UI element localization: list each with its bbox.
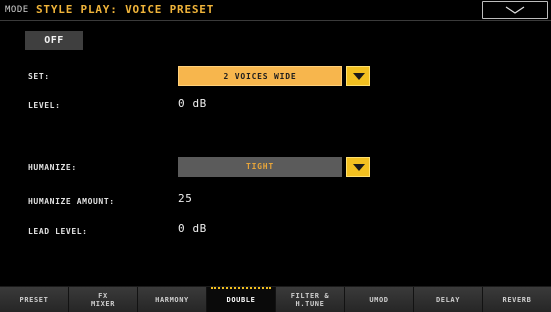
humanize-amount-value[interactable]: 25 <box>178 192 192 205</box>
humanize-amount-label: HUMANIZE AMOUNT: <box>28 197 115 206</box>
tab-label: REVERB <box>502 295 532 304</box>
tab-harmony[interactable]: HARMONY <box>138 287 207 312</box>
page-menu-button[interactable] <box>482 1 548 19</box>
set-select[interactable]: 2 VOICES WIDE <box>178 66 342 86</box>
dropdown-arrow-icon <box>353 73 365 80</box>
page-header: MODE STYLE PLAY: VOICE PRESET <box>0 0 551 21</box>
tab-label: PRESET <box>19 295 49 304</box>
tab-double[interactable]: DOUBLE <box>207 287 276 312</box>
tab-fx-mixer[interactable]: FX MIXER <box>69 287 138 312</box>
lead-level-label: LEAD LEVEL: <box>28 227 88 236</box>
tab-label: DELAY <box>435 295 461 304</box>
humanize-select[interactable]: TIGHT <box>178 157 342 177</box>
set-label: SET: <box>28 72 50 81</box>
tab-label: HARMONY <box>155 295 189 304</box>
level-value[interactable]: 0 dB <box>178 97 207 110</box>
tab-filter-htune[interactable]: FILTER & H.TUNE <box>276 287 345 312</box>
tab-delay[interactable]: DELAY <box>414 287 483 312</box>
tab-label: DOUBLE <box>226 295 256 304</box>
humanize-dropdown-button[interactable] <box>346 157 370 177</box>
tab-umod[interactable]: UMOD <box>345 287 414 312</box>
tab-preset[interactable]: PRESET <box>0 287 69 312</box>
tab-label: UMOD <box>369 295 389 304</box>
chevron-down-icon <box>505 6 525 14</box>
humanize-label: HUMANIZE: <box>28 163 77 172</box>
tab-label: FX <box>98 291 108 300</box>
tab-reverb[interactable]: REVERB <box>483 287 551 312</box>
tab-bar: PRESET FX MIXER HARMONY DOUBLE FILTER & … <box>0 286 551 312</box>
tab-label-line2: MIXER <box>90 299 116 308</box>
set-dropdown-button[interactable] <box>346 66 370 86</box>
page-title: STYLE PLAY: VOICE PRESET <box>36 3 215 16</box>
level-label: LEVEL: <box>28 101 61 110</box>
tab-label: FILTER & <box>290 291 330 300</box>
off-button[interactable]: OFF <box>25 31 83 50</box>
tab-label-line2: H.TUNE <box>295 299 325 308</box>
dropdown-arrow-icon <box>353 164 365 171</box>
lead-level-value[interactable]: 0 dB <box>178 222 207 235</box>
mode-label: MODE <box>5 5 29 15</box>
